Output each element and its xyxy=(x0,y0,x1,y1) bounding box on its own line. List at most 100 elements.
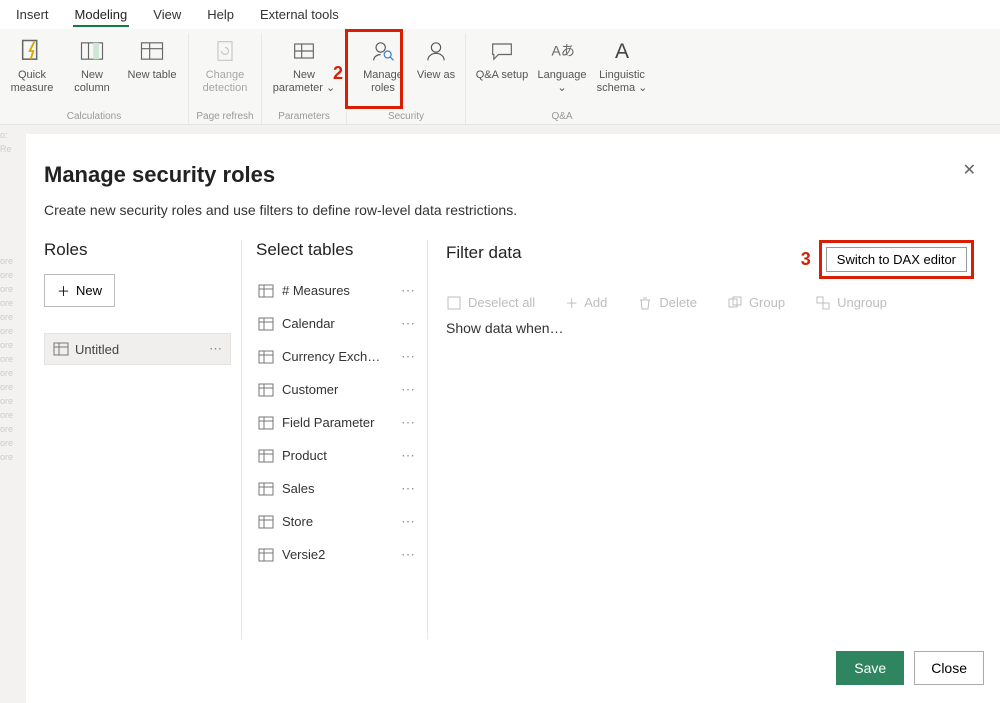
table-icon xyxy=(258,415,274,431)
parameter-icon xyxy=(290,35,318,67)
table-name: Product xyxy=(282,448,327,463)
deselect-all-button: Deselect all xyxy=(446,293,535,312)
filter-heading: Filter data xyxy=(446,243,522,263)
svg-text:A: A xyxy=(615,40,629,63)
ungroup-icon xyxy=(815,295,831,311)
tab-help[interactable]: Help xyxy=(205,4,236,27)
role-item-untitled[interactable]: Untitled ⋯ xyxy=(44,333,231,365)
plus-icon: ＋ xyxy=(565,293,578,312)
table-name: # Measures xyxy=(282,283,350,298)
dialog-title: Manage security roles xyxy=(44,162,984,188)
ribbon-label: New parameter ⌄ xyxy=(270,69,338,94)
close-icon[interactable]: ✕ xyxy=(963,160,976,180)
close-button[interactable]: Close xyxy=(914,651,984,685)
more-icon[interactable]: ⋯ xyxy=(401,381,415,398)
deselect-icon xyxy=(446,295,462,311)
table-name: Versie2 xyxy=(282,547,325,562)
ribbon-group-label: Security xyxy=(347,111,465,122)
tab-external-tools[interactable]: External tools xyxy=(258,4,341,27)
letter-a-icon: A xyxy=(608,35,636,67)
table-icon xyxy=(258,514,274,530)
table-name: Currency Exch… xyxy=(282,349,380,364)
more-icon[interactable]: ⋯ xyxy=(209,341,222,357)
table-item[interactable]: Versie2 ⋯ xyxy=(256,538,417,571)
new-table-button[interactable]: New table xyxy=(124,33,180,82)
ribbon-label: Language ⌄ xyxy=(534,69,590,94)
filter-expression-text: Show data when… xyxy=(446,320,974,336)
table-item[interactable]: Customer ⋯ xyxy=(256,373,417,406)
ribbon-group-label: Parameters xyxy=(262,111,346,122)
table-item[interactable]: Currency Exch… ⋯ xyxy=(256,340,417,373)
new-column-button[interactable]: New column xyxy=(64,33,120,94)
trash-icon xyxy=(637,295,653,311)
ribbon-label: Manage roles xyxy=(355,69,411,94)
roles-heading: Roles xyxy=(44,240,231,260)
table-item[interactable]: Calendar ⋯ xyxy=(256,307,417,340)
ribbon-label: New table xyxy=(128,69,177,82)
person-icon xyxy=(422,35,450,67)
new-button-label: New xyxy=(76,283,102,298)
table-item[interactable]: # Measures ⋯ xyxy=(256,274,417,307)
plus-icon: ＋ xyxy=(57,281,70,300)
table-name: Customer xyxy=(282,382,338,397)
tab-insert[interactable]: Insert xyxy=(14,4,51,27)
more-icon[interactable]: ⋯ xyxy=(401,315,415,332)
ribbon-label: Q&A setup xyxy=(476,69,529,82)
change-detection-button: Change detection xyxy=(197,33,253,94)
role-name: Untitled xyxy=(75,342,119,357)
ribbon-group-label: Q&A xyxy=(466,111,658,122)
more-icon[interactable]: ⋯ xyxy=(401,447,415,464)
table-item[interactable]: Product ⋯ xyxy=(256,439,417,472)
tab-modeling[interactable]: Modeling xyxy=(73,4,130,27)
table-item[interactable]: Field Parameter ⋯ xyxy=(256,406,417,439)
delete-filter-button: Delete xyxy=(637,293,697,312)
table-icon xyxy=(258,448,274,464)
add-filter-button: ＋Add xyxy=(565,293,607,312)
more-icon[interactable]: ⋯ xyxy=(401,513,415,530)
ungroup-button: Ungroup xyxy=(815,293,887,312)
table-icon xyxy=(258,547,274,563)
new-role-button[interactable]: ＋ New xyxy=(44,274,115,307)
ribbon-label: Linguistic schema ⌄ xyxy=(594,69,650,94)
ribbon-group-label: Page refresh xyxy=(189,111,261,122)
tab-view[interactable]: View xyxy=(151,4,183,27)
table-name: Field Parameter xyxy=(282,415,374,430)
tables-heading: Select tables xyxy=(256,240,417,260)
table-icon xyxy=(258,382,274,398)
ribbon-group-label: Calculations xyxy=(0,111,188,122)
table-icon xyxy=(258,481,274,497)
switch-to-dax-button[interactable]: Switch to DAX editor xyxy=(826,247,967,272)
more-icon[interactable]: ⋯ xyxy=(401,282,415,299)
table-icon xyxy=(258,349,274,365)
language-button[interactable]: Aあ Language ⌄ xyxy=(534,33,590,94)
person-search-icon xyxy=(369,35,397,67)
table-column-icon xyxy=(78,35,106,67)
linguistic-schema-button[interactable]: A Linguistic schema ⌄ xyxy=(594,33,650,94)
manage-security-roles-dialog: ✕ Manage security roles Create new secur… xyxy=(26,134,1000,703)
table-name: Sales xyxy=(282,481,315,496)
more-icon[interactable]: ⋯ xyxy=(401,414,415,431)
table-icon xyxy=(138,35,166,67)
svg-text:Aあ: Aあ xyxy=(552,43,575,59)
more-icon[interactable]: ⋯ xyxy=(401,480,415,497)
table-icon xyxy=(258,283,274,299)
ribbon-label: View as xyxy=(417,69,455,82)
table-name: Calendar xyxy=(282,316,335,331)
table-item[interactable]: Sales ⋯ xyxy=(256,472,417,505)
manage-roles-button[interactable]: Manage roles xyxy=(355,33,411,94)
table-item[interactable]: Store ⋯ xyxy=(256,505,417,538)
group-icon xyxy=(727,295,743,311)
group-button: Group xyxy=(727,293,785,312)
save-button[interactable]: Save xyxy=(836,651,904,685)
view-as-button[interactable]: View as xyxy=(415,33,457,82)
new-parameter-button[interactable]: New parameter ⌄ xyxy=(270,33,338,94)
more-icon[interactable]: ⋯ xyxy=(401,546,415,563)
more-icon[interactable]: ⋯ xyxy=(401,348,415,365)
role-table-icon xyxy=(53,341,69,357)
quick-measure-button[interactable]: Quick measure xyxy=(4,33,60,94)
ribbon-label: Quick measure xyxy=(4,69,60,94)
annotation-number-3: 3 xyxy=(801,249,811,270)
table-name: Store xyxy=(282,514,313,529)
qa-setup-button[interactable]: Q&A setup xyxy=(474,33,530,82)
annotation-number-2: 2 xyxy=(333,63,343,84)
